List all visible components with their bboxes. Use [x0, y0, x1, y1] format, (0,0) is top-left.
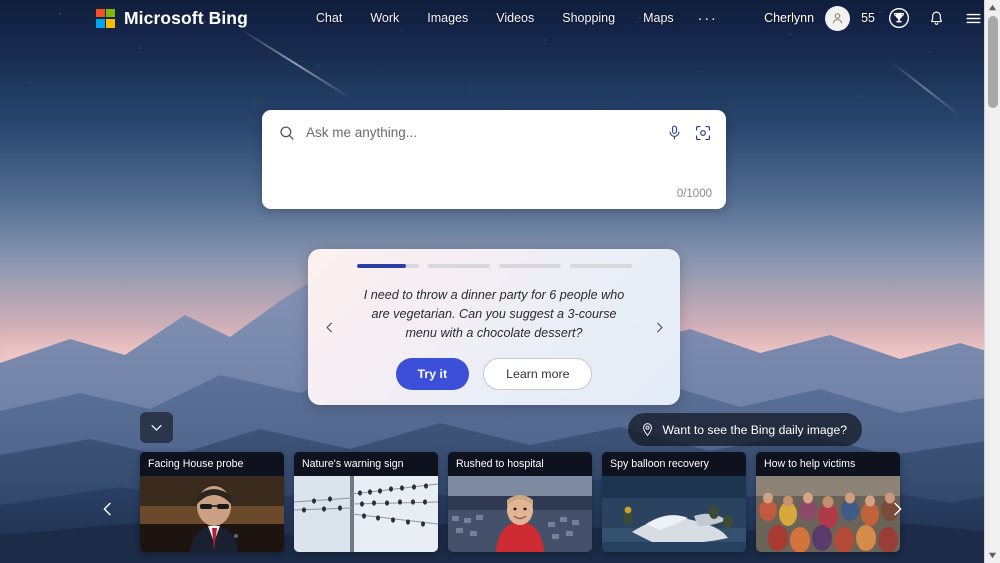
progress-segment[interactable]: [427, 264, 490, 268]
news-card[interactable]: Spy balloon recovery: [602, 452, 746, 552]
suggestion-progress: [356, 264, 632, 268]
search-box[interactable]: 0/1000: [262, 110, 726, 209]
news-card[interactable]: Facing House probe: [140, 452, 284, 552]
bell-icon: [930, 11, 942, 25]
user-name-label: Cherlynn: [764, 11, 815, 25]
news-card-title: Nature's warning sign: [294, 452, 438, 476]
notifications-button[interactable]: [923, 5, 949, 31]
news-card-title: How to help victims: [756, 452, 900, 476]
news-card-image: [756, 476, 900, 552]
news-card-image: [448, 476, 592, 552]
bing-brand-logo[interactable]: Microsoft Bing: [96, 8, 248, 29]
microsoft-logo-icon: [96, 8, 115, 28]
news-card[interactable]: How to help victims: [756, 452, 900, 552]
news-card[interactable]: Nature's warning sign: [294, 452, 438, 552]
scroll-down-arrow-icon: [988, 552, 997, 559]
chevron-left-icon: [103, 502, 111, 516]
suggestion-prompt-text: I need to throw a dinner party for 6 peo…: [363, 287, 625, 340]
search-tools: [666, 124, 712, 142]
hamburger-menu-icon: [965, 13, 981, 23]
trophy-icon: [888, 7, 910, 29]
news-prev-button[interactable]: [94, 494, 120, 524]
chevron-right-icon: [656, 322, 662, 332]
chevron-left-icon: [326, 322, 332, 332]
brand-title: Microsoft Bing: [124, 7, 248, 28]
learn-more-button[interactable]: Learn more: [483, 357, 593, 390]
news-card-title: Facing House probe: [140, 452, 284, 476]
visual-search-camera-icon: [695, 125, 711, 140]
progress-segment[interactable]: [569, 264, 632, 268]
nav-more-icon[interactable]: ···: [688, 9, 728, 28]
nav-chat[interactable]: Chat: [302, 6, 356, 30]
news-card-image: [294, 476, 438, 552]
scroll-down-button[interactable]: [985, 548, 1000, 563]
scroll-up-button[interactable]: [985, 0, 1000, 15]
avatar[interactable]: [825, 5, 851, 31]
progress-segment[interactable]: [498, 264, 561, 268]
news-card-title: Rushed to hospital: [448, 452, 592, 476]
nav-work[interactable]: Work: [356, 6, 413, 30]
suggestion-prev-button[interactable]: [318, 313, 340, 341]
rewards-button[interactable]: [886, 5, 912, 31]
collapse-feed-button[interactable]: [140, 412, 173, 443]
scroll-up-arrow-icon: [988, 4, 997, 11]
suggestion-card: I need to throw a dinner party for 6 peo…: [308, 249, 680, 405]
top-navigation-bar: Microsoft Bing Chat Work Images Videos S…: [0, 0, 1000, 36]
character-counter: 0/1000: [676, 188, 712, 200]
rewards-points-label: 55: [861, 11, 875, 25]
microphone-button[interactable]: [666, 124, 683, 141]
suggestion-actions: Try it Learn more: [395, 357, 593, 390]
chevron-right-icon: [893, 502, 901, 516]
page-scrollbar[interactable]: [984, 0, 1000, 563]
news-card-title: Spy balloon recovery: [602, 452, 746, 476]
nav-maps[interactable]: Maps: [629, 6, 688, 30]
person-icon: [832, 12, 843, 23]
nav-videos[interactable]: Videos: [482, 6, 548, 30]
nav-shopping[interactable]: Shopping: [548, 6, 629, 30]
info-pin-icon: [642, 423, 652, 437]
chevron-down-icon: [151, 424, 162, 431]
news-carousel: Facing House probe Nature's warning sign: [140, 452, 900, 552]
search-input[interactable]: [306, 122, 656, 143]
try-it-button[interactable]: Try it: [395, 357, 470, 390]
hamburger-menu-button[interactable]: [960, 5, 986, 31]
search-row: [262, 110, 726, 143]
news-card[interactable]: Rushed to hospital: [448, 452, 592, 552]
progress-segment[interactable]: [356, 264, 419, 268]
scrollbar-thumb[interactable]: [988, 16, 998, 108]
microphone-icon: [669, 125, 680, 140]
suggestion-next-button[interactable]: [648, 313, 670, 341]
news-card-image: [602, 476, 746, 552]
primary-nav: Chat Work Images Videos Shopping Maps ··…: [302, 6, 728, 30]
nav-images[interactable]: Images: [413, 6, 482, 30]
daily-image-label: Want to see the Bing daily image?: [662, 422, 848, 437]
news-next-button[interactable]: [884, 494, 910, 524]
news-card-image: [140, 476, 284, 552]
account-area: Cherlynn 55: [764, 5, 986, 31]
search-icon[interactable]: [278, 124, 296, 142]
bing-homepage: Microsoft Bing Chat Work Images Videos S…: [0, 0, 1000, 563]
visual-search-button[interactable]: [694, 124, 712, 142]
daily-image-button[interactable]: Want to see the Bing daily image?: [627, 413, 862, 446]
